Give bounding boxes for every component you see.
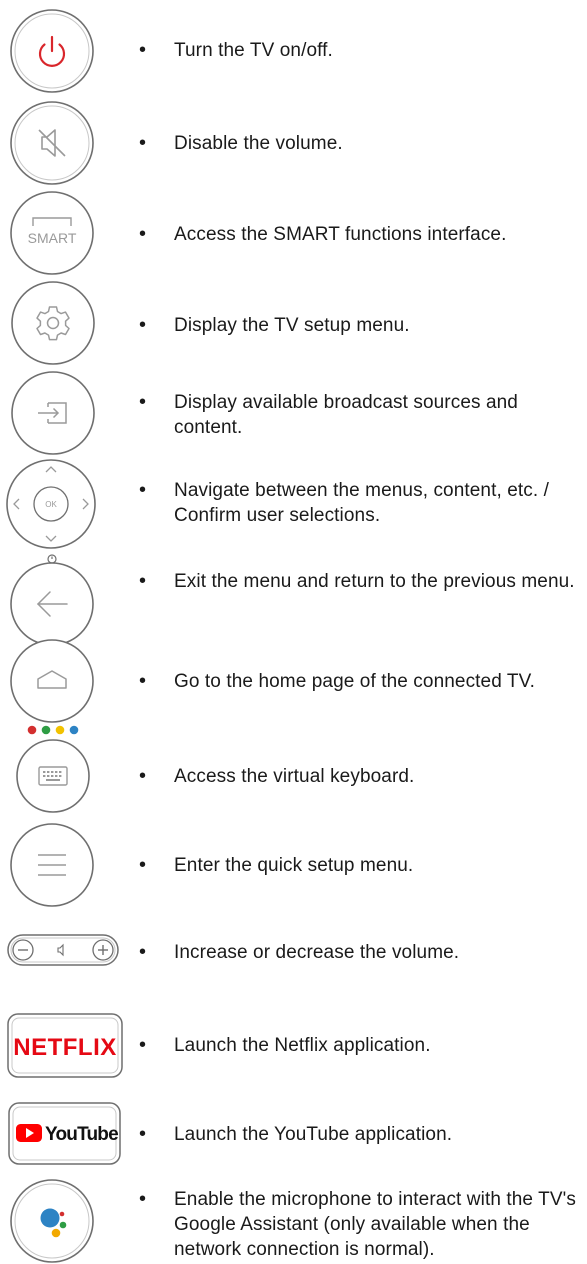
navigation-pad[interactable]: OK [5, 458, 99, 552]
back-button[interactable] [9, 554, 95, 648]
item-description: Exit the menu and return to the previous… [174, 571, 575, 592]
bullet: • [139, 39, 147, 61]
item-description: Access the SMART functions interface. [174, 224, 507, 245]
bullet: • [139, 1123, 147, 1145]
yellow-color-button[interactable] [55, 725, 65, 735]
item-description: Disable the volume. [174, 133, 343, 154]
keyboard-button[interactable] [15, 738, 91, 814]
gear-icon [11, 281, 95, 365]
ok-label: OK [45, 500, 57, 509]
netflix-logo: NETFLIX [13, 1034, 117, 1061]
netflix-button-graphic: NETFLIX [7, 1013, 123, 1078]
item-description: Launch the YouTube application. [174, 1124, 453, 1145]
hamburger-menu-icon [10, 823, 94, 907]
navigation-pad-graphic: OK [6, 459, 96, 549]
input-source-button[interactable] [10, 370, 96, 456]
back-arrow-icon [10, 554, 94, 646]
item-description: Display the TV setup menu. [174, 315, 410, 336]
power-button[interactable] [9, 8, 95, 94]
bullet: • [139, 941, 147, 963]
netflix-button[interactable]: NETFLIX [7, 1013, 123, 1079]
bullet: • [139, 223, 147, 245]
item-description: Enter the quick setup menu. [174, 855, 414, 876]
bullet: • [139, 570, 147, 592]
settings-button[interactable] [10, 280, 96, 366]
item-description: Display available broadcast sources and … [174, 392, 518, 438]
smart-label: SMART [28, 230, 77, 246]
youtube-button[interactable]: YouTube [8, 1102, 122, 1166]
bullet: • [139, 670, 147, 692]
keyboard-icon [16, 739, 90, 813]
bullet: • [139, 1034, 147, 1056]
youtube-button-graphic: YouTube [8, 1102, 121, 1165]
google-assistant-button[interactable] [9, 1178, 95, 1264]
item-description: Access the virtual keyboard. [174, 766, 415, 787]
volume-rocker[interactable] [7, 932, 121, 968]
item-description: Enable the microphone to interact with t… [174, 1189, 576, 1260]
red-color-button[interactable] [27, 725, 37, 735]
bullet: • [139, 479, 147, 501]
home-button[interactable] [9, 638, 95, 724]
color-buttons [27, 724, 87, 738]
item-description: Navigate between the menus, content, etc… [174, 480, 550, 526]
smart-button-graphic: SMART [10, 191, 94, 275]
mute-icon [10, 101, 94, 185]
menu-button[interactable] [9, 822, 95, 908]
blue-color-button[interactable] [69, 725, 79, 735]
bullet: • [139, 854, 147, 876]
item-description: Increase or decrease the volume. [174, 942, 460, 963]
smart-button[interactable]: SMART [9, 190, 95, 276]
bullet: • [139, 391, 147, 413]
bullet: • [139, 314, 147, 336]
volume-rocker-graphic [7, 934, 119, 966]
mute-button[interactable] [9, 100, 95, 186]
item-description: Launch the Netflix application. [174, 1035, 431, 1056]
home-icon [10, 639, 94, 723]
green-color-button[interactable] [41, 725, 51, 735]
power-icon [10, 9, 94, 93]
youtube-logo: YouTube [45, 1124, 118, 1145]
input-source-icon [11, 371, 95, 455]
google-assistant-icon [10, 1179, 94, 1263]
bullet: • [139, 132, 147, 154]
bullet: • [139, 765, 147, 787]
item-description: Turn the TV on/off. [174, 40, 333, 61]
bullet: • [139, 1188, 147, 1210]
item-description: Go to the home page of the connected TV. [174, 671, 536, 692]
